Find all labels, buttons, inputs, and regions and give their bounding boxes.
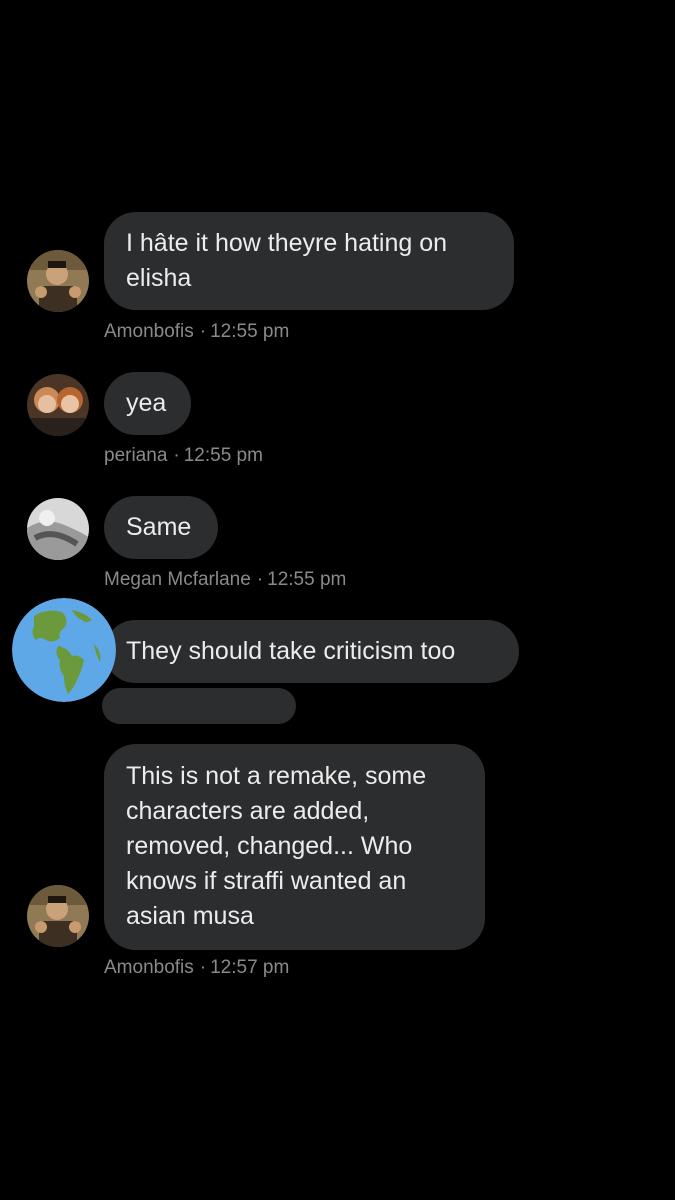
meta-separator: · xyxy=(173,445,180,466)
message-text: They should take criticism too xyxy=(126,637,456,665)
timestamp: 12:55 pm xyxy=(210,321,290,342)
message-meta: periana · 12:55 pm xyxy=(104,444,263,468)
author-name[interactable]: Amonbofis xyxy=(104,957,194,978)
avatar-megan-mcfarlane[interactable] xyxy=(27,498,89,560)
message-text: This is not a remake, some characters ar… xyxy=(126,762,427,930)
meta-separator: · xyxy=(199,321,207,342)
message-bubble[interactable]: Same xyxy=(104,496,218,559)
author-name[interactable]: periana xyxy=(104,445,167,466)
message-bubble[interactable]: I hâte it how theyre hating on elisha xyxy=(104,212,514,310)
message-text: I hâte it how theyre hating on elisha xyxy=(126,229,448,292)
timestamp: 12:55 pm xyxy=(183,445,263,466)
message-text: Same xyxy=(126,513,192,541)
avatar-amonbofis[interactable] xyxy=(27,885,89,947)
timestamp: 12:57 pm xyxy=(210,957,290,978)
message-meta: Amonbofis · 12:55 pm xyxy=(104,320,289,344)
message-meta: Amonbofis · 12:57 pm xyxy=(104,956,289,980)
meta-separator: · xyxy=(256,569,264,590)
message-bubble[interactable]: They should take criticism too xyxy=(104,620,519,683)
meta-separator: · xyxy=(199,957,207,978)
message-bubble[interactable]: yea xyxy=(104,372,191,435)
globe-americas-icon xyxy=(12,598,116,702)
message-meta: Megan Mcfarlane · 12:55 pm xyxy=(104,568,346,592)
message-text: yea xyxy=(126,389,167,417)
avatar-periana[interactable] xyxy=(27,374,89,436)
timestamp: 12:55 pm xyxy=(267,569,347,590)
author-name[interactable]: Megan Mcfarlane xyxy=(104,569,251,590)
author-name[interactable]: Amonbofis xyxy=(104,321,194,342)
redacted-author-meta xyxy=(102,688,296,724)
avatar-amonbofis[interactable] xyxy=(27,250,89,312)
message-bubble[interactable]: This is not a remake, some characters ar… xyxy=(104,744,485,950)
